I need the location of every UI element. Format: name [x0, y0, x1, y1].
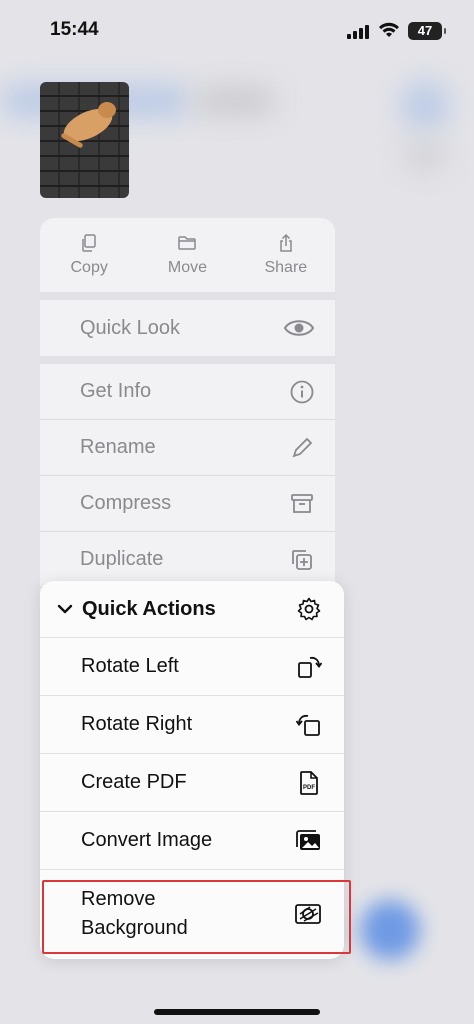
copy-button[interactable]: Copy — [40, 218, 138, 292]
menu-item-duplicate[interactable]: Duplicate — [40, 532, 335, 588]
quick-action-remove-background[interactable]: Remove Background — [40, 870, 344, 958]
duplicate-icon — [292, 549, 312, 570]
quick-action-label: Rotate Left — [81, 655, 179, 677]
blurred-background — [405, 140, 445, 170]
wifi-icon — [379, 22, 399, 37]
top-actions-row: Copy Move Share — [40, 218, 335, 300]
menu-item-label: Get Info — [80, 380, 152, 402]
menu-item-label: Quick Look — [80, 316, 181, 339]
menu-item-label: Compress — [80, 492, 172, 514]
quick-action-create-pdf[interactable]: Create PDF PDF — [40, 754, 344, 812]
blurred-background — [400, 80, 450, 130]
eye-icon — [283, 320, 315, 336]
quick-action-label: Create PDF — [81, 771, 187, 793]
signal-icon — [347, 23, 373, 39]
menu-item-rename[interactable]: Rename — [40, 420, 335, 476]
convert-image-icon — [296, 829, 320, 850]
quick-action-label: Convert Image — [81, 829, 213, 851]
quick-actions-header[interactable]: Quick Actions — [40, 581, 344, 638]
archive-icon — [291, 493, 313, 513]
remove-background-icon — [295, 904, 321, 924]
pencil-icon — [292, 437, 313, 457]
chevron-down-icon — [57, 604, 73, 614]
battery-icon: 47 — [408, 22, 446, 40]
copy-icon — [82, 234, 96, 252]
rotate-right-icon — [296, 714, 320, 736]
share-label: Share — [264, 259, 308, 276]
rotate-left-icon — [298, 656, 322, 678]
quick-actions-title: Quick Actions — [82, 597, 216, 620]
pdf-icon: PDF — [300, 770, 318, 795]
menu-item-label: Duplicate — [80, 548, 164, 570]
quick-action-label: Remove Background — [81, 885, 188, 943]
menu-item-compress[interactable]: Compress — [40, 476, 335, 532]
quick-action-label: Rotate Right — [81, 713, 193, 735]
move-button[interactable]: Move — [138, 218, 236, 292]
file-thumbnail — [40, 82, 129, 198]
menu-item-label: Rename — [80, 436, 156, 458]
menu-item-quick-look[interactable]: Quick Look — [40, 300, 335, 364]
home-indicator — [154, 1009, 320, 1015]
move-label: Move — [167, 259, 208, 276]
share-button[interactable]: Share — [237, 218, 335, 292]
menu-item-get-info[interactable]: Get Info — [40, 364, 335, 420]
context-menu: Copy Move Share Quick Look Get Info Rena… — [40, 218, 335, 618]
remove-background-line1: Remove — [81, 888, 156, 910]
gear-icon[interactable] — [296, 596, 322, 622]
share-icon — [280, 233, 292, 252]
blurred-background — [360, 900, 420, 960]
svg-text:PDF: PDF — [303, 785, 315, 791]
copy-label: Copy — [70, 259, 108, 276]
remove-background-line2: Background — [81, 917, 188, 939]
quick-action-rotate-left[interactable]: Rotate Left — [40, 638, 344, 696]
folder-icon — [178, 236, 197, 250]
quick-action-convert-image[interactable]: Convert Image — [40, 812, 344, 870]
quick-action-rotate-right[interactable]: Rotate Right — [40, 696, 344, 754]
quick-actions-panel: Quick Actions Rotate Left Rotate Right C… — [40, 581, 344, 959]
status-time: 15:44 — [50, 19, 99, 40]
blurred-background — [195, 88, 275, 114]
info-icon — [290, 380, 314, 403]
status-bar: 15:44 47 — [0, 0, 474, 60]
